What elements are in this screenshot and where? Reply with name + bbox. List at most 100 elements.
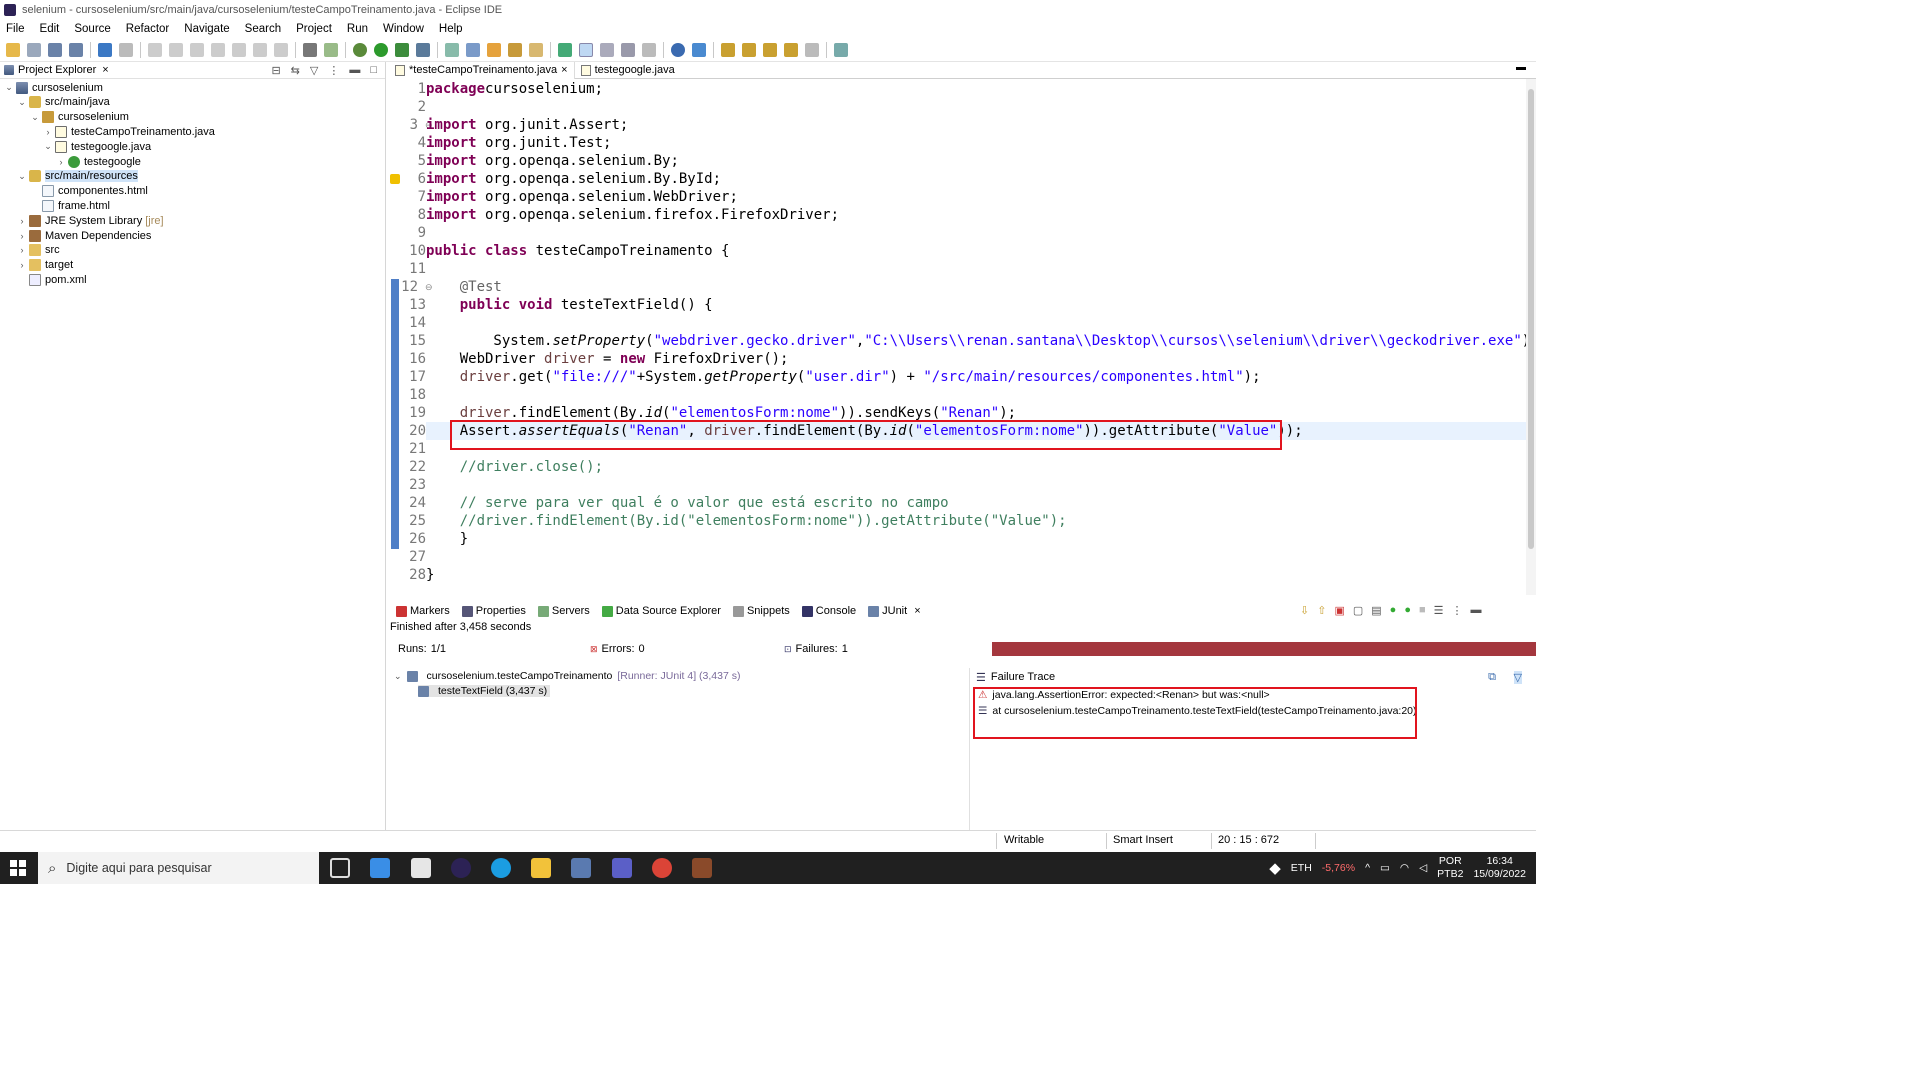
new-package-icon[interactable] [466,42,480,57]
step-return-icon[interactable] [274,42,288,57]
new-file-icon[interactable] [6,42,20,57]
tree-twisty-icon[interactable]: ⌄ [17,171,27,182]
run-icon[interactable] [374,42,388,57]
filter-icon[interactable]: ▽ [310,64,318,77]
code-line[interactable]: //driver.close(); [426,458,603,476]
tree-twisty-icon[interactable]: ⌄ [17,97,27,108]
tree-twisty-icon[interactable]: › [17,216,27,226]
file-explorer-icon[interactable] [531,858,551,878]
save-icon[interactable] [48,42,62,57]
project-explorer-title[interactable]: Project Explorer [18,64,96,76]
tree-item[interactable]: › JRE System Library [jre] [17,213,164,228]
step-into-icon[interactable] [232,42,246,57]
code-line[interactable]: System.setProperty("webdriver.gecko.driv… [426,332,1536,350]
code-line[interactable]: driver.get("file:///"+System.getProperty… [426,368,1261,386]
tree-item[interactable]: › src [17,243,60,258]
eclipse-taskbar-icon[interactable] [451,858,471,878]
windows-start-icon[interactable] [10,860,26,876]
scrollbar-thumb[interactable] [1528,89,1534,549]
mail-icon[interactable] [411,858,431,878]
code-line[interactable]: import org.openqa.selenium.WebDriver; [426,188,738,206]
filter-stack-trace-icon[interactable]: ▽ [1513,670,1522,684]
test-case-row[interactable]: testeTextField (3,437 s) [418,685,551,697]
tree-item[interactable]: ⌄ src/main/resources [17,169,138,184]
tab-markers[interactable]: Markers [392,602,454,620]
maximize-view-icon[interactable]: □ [370,64,377,77]
rerun-test-icon[interactable]: ● [1390,604,1397,617]
tree-twisty-icon[interactable]: › [17,231,27,241]
new-java-project-icon[interactable] [445,42,459,57]
menu-help[interactable]: Help [439,23,463,35]
use-step-filters-icon[interactable] [324,42,338,57]
back-icon[interactable] [784,42,798,57]
tab-teste-campo-treinamento[interactable]: *testeCampoTreinamento.java × [389,61,575,79]
tree-item[interactable]: › target [17,258,73,273]
chevron-up-icon[interactable]: ^ [1365,862,1370,874]
test-run-history-icon[interactable]: ☰ [1434,604,1444,617]
step-over-icon[interactable] [253,42,267,57]
taskbar-search-box[interactable]: ⌕ Digite aqui para pesquisar [38,852,319,884]
code-line[interactable]: } [426,530,468,548]
code-line[interactable]: WebDriver driver = new FirefoxDriver(); [426,350,789,368]
tree-item[interactable]: › testeCampoTreinamento.java [43,124,215,139]
debug-icon[interactable] [353,42,367,57]
language-indicator[interactable]: POR PTB2 [1437,855,1463,881]
view-menu-icon[interactable]: ⋮ [328,64,339,77]
menu-run[interactable]: Run [347,23,368,35]
notepad-icon[interactable] [571,858,591,878]
tab-snippets[interactable]: Snippets [729,602,794,620]
code-editor[interactable]: 1 2 3 ⊖ 4 5 6 7 8 9 10 11 12 ⊖ 13 14 15 16 17 18 19 20 21 22 23 2… [389,79,1536,595]
terminate-icon[interactable] [190,42,204,57]
tree-item[interactable]: componentes.html [30,184,148,199]
previous-annotation-icon[interactable] [742,42,756,57]
test-suite-row[interactable]: ⌄ cursoselenium.testeCampoTreinamento [R… [394,670,740,682]
code-line[interactable]: import org.openqa.selenium.By; [426,152,679,170]
suspend-icon[interactable] [169,42,183,57]
show-failures-only-icon[interactable]: ▣ [1334,604,1344,617]
compare-result-icon[interactable]: ⧉ [1488,671,1496,684]
network-icon[interactable]: ▭ [1380,862,1390,874]
link-with-editor-icon[interactable]: ⇆ [291,64,300,77]
coverage-icon[interactable] [395,42,409,57]
eth-label[interactable]: ETH [1291,862,1312,874]
previous-failure-icon[interactable]: ⇧ [1317,604,1326,617]
forward-icon[interactable] [805,42,819,57]
open-type-icon[interactable] [487,42,501,57]
tree-item[interactable]: ⌄ cursoselenium [4,80,103,95]
open-folder-icon[interactable] [508,42,522,57]
menu-edit[interactable]: Edit [40,23,60,35]
toggle-mark-occurrences-icon[interactable] [558,42,572,57]
web-browser-icon[interactable] [671,42,685,57]
menu-window[interactable]: Window [383,23,424,35]
close-icon[interactable]: × [914,605,920,617]
external-tools-icon[interactable] [416,42,430,57]
teams-icon[interactable] [612,858,632,878]
volume-icon[interactable]: ◁ [1419,862,1427,874]
trace-line[interactable]: ⚠ java.lang.AssertionError: expected:<Re… [978,689,1270,701]
minimize-view-icon[interactable]: ▬ [1471,604,1482,617]
search-tool-icon[interactable] [529,42,543,57]
edge-icon[interactable] [491,858,511,878]
code-line[interactable]: public class testeCampoTreinamento { [426,242,729,260]
tab-testegoogle[interactable]: testegoogle.java [575,62,681,79]
tree-twisty-icon[interactable]: › [56,157,66,167]
paragraph-icon[interactable] [642,42,656,57]
code-line[interactable]: import org.openqa.selenium.firefox.Firef… [426,206,839,224]
menu-project[interactable]: Project [296,23,332,35]
tree-twisty-icon[interactable]: › [17,260,27,270]
clock[interactable]: 16:34 15/09/2022 [1473,855,1526,881]
microsoft-store-icon[interactable] [370,858,390,878]
rerun-failed-first-icon[interactable]: ● [1404,604,1411,617]
tree-twisty-icon[interactable]: ⌄ [30,112,40,123]
deploy-icon[interactable] [692,42,706,57]
new-dropdown-icon[interactable] [27,42,41,57]
next-annotation-icon[interactable] [721,42,735,57]
code-line[interactable]: import org.junit.Assert; [426,116,628,134]
tree-item[interactable]: ⌄ testegoogle.java [43,139,151,154]
tree-item[interactable]: ⌄ src/main/java [17,95,110,110]
tab-junit[interactable]: JUnit × [864,602,925,620]
view-menu-icon[interactable]: ⋮ [1452,604,1463,617]
code-line[interactable]: //driver.findElement(By.id("elementosFor… [426,512,1067,530]
tree-twisty-icon[interactable]: ⌄ [43,141,53,152]
last-edit-icon[interactable] [763,42,777,57]
